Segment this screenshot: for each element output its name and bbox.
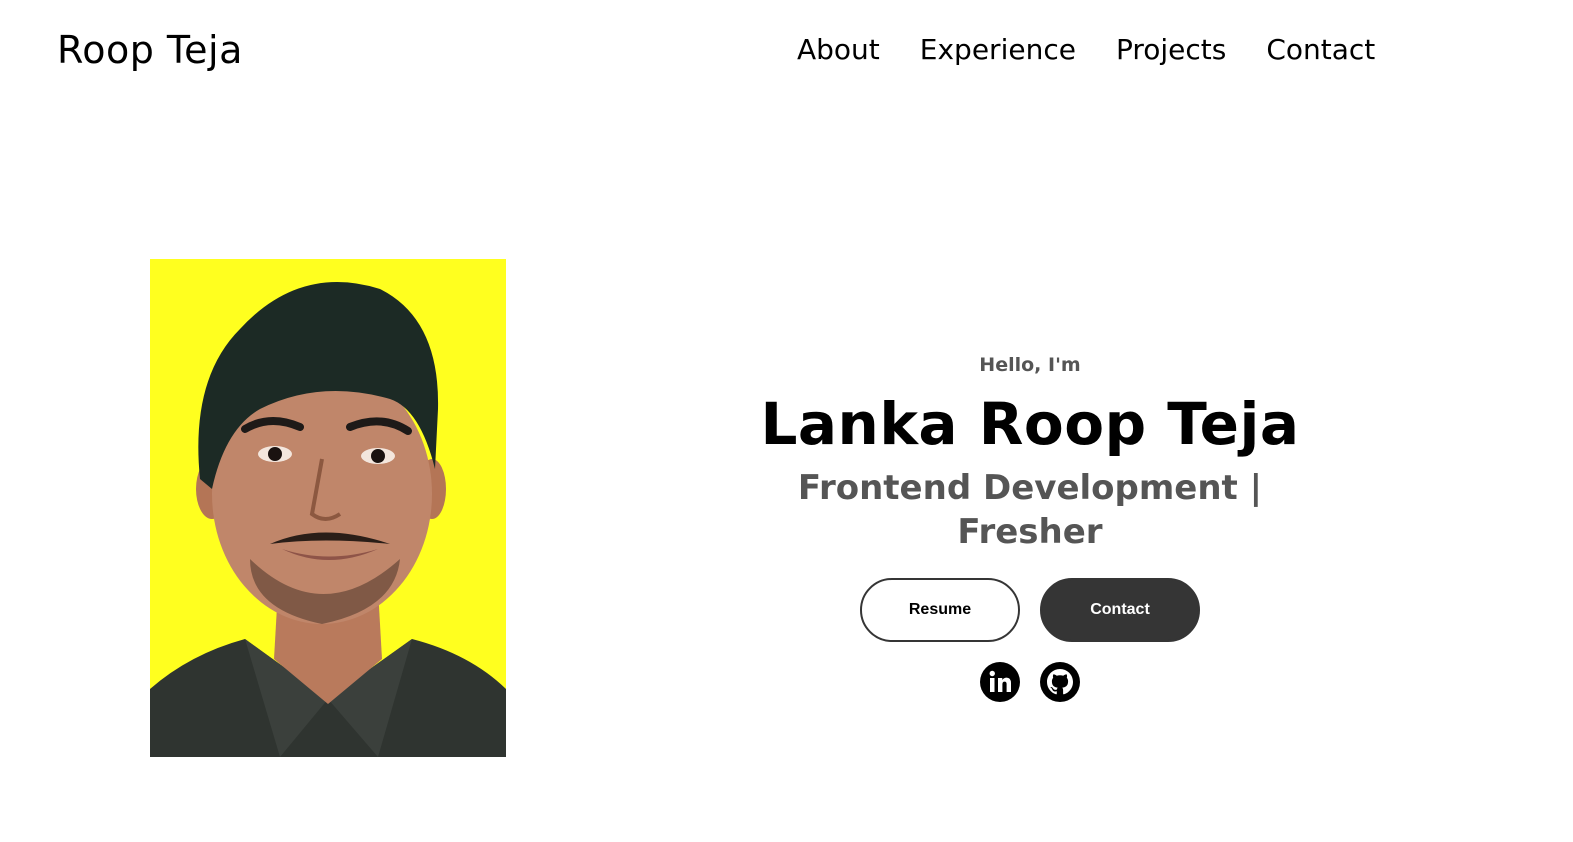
- linkedin-icon[interactable]: [980, 662, 1020, 702]
- top-navbar: Roop Teja About Experience Projects Cont…: [0, 0, 1573, 100]
- nav-contact-link[interactable]: Contact: [1266, 30, 1375, 70]
- resume-button[interactable]: Resume: [860, 578, 1020, 642]
- profile-photo: [150, 259, 506, 757]
- contact-button[interactable]: Contact: [1040, 578, 1200, 642]
- social-links: [730, 662, 1330, 702]
- github-icon[interactable]: [1040, 662, 1080, 702]
- site-logo[interactable]: Roop Teja: [57, 24, 243, 76]
- greeting-text: Hello, I'm: [979, 354, 1081, 376]
- hero-section: Hello, I'm Lanka Roop Teja Frontend Deve…: [730, 350, 1330, 702]
- hero-role: Frontend Development | Fresher: [797, 468, 1263, 552]
- nav-projects-link[interactable]: Projects: [1116, 30, 1226, 70]
- hero-name: Lanka Roop Teja: [760, 390, 1300, 458]
- hero-buttons: Resume Contact: [730, 578, 1330, 642]
- nav-about-link[interactable]: About: [797, 30, 880, 70]
- nav-experience-link[interactable]: Experience: [920, 30, 1076, 70]
- nav-links: About Experience Projects Contact: [797, 30, 1375, 70]
